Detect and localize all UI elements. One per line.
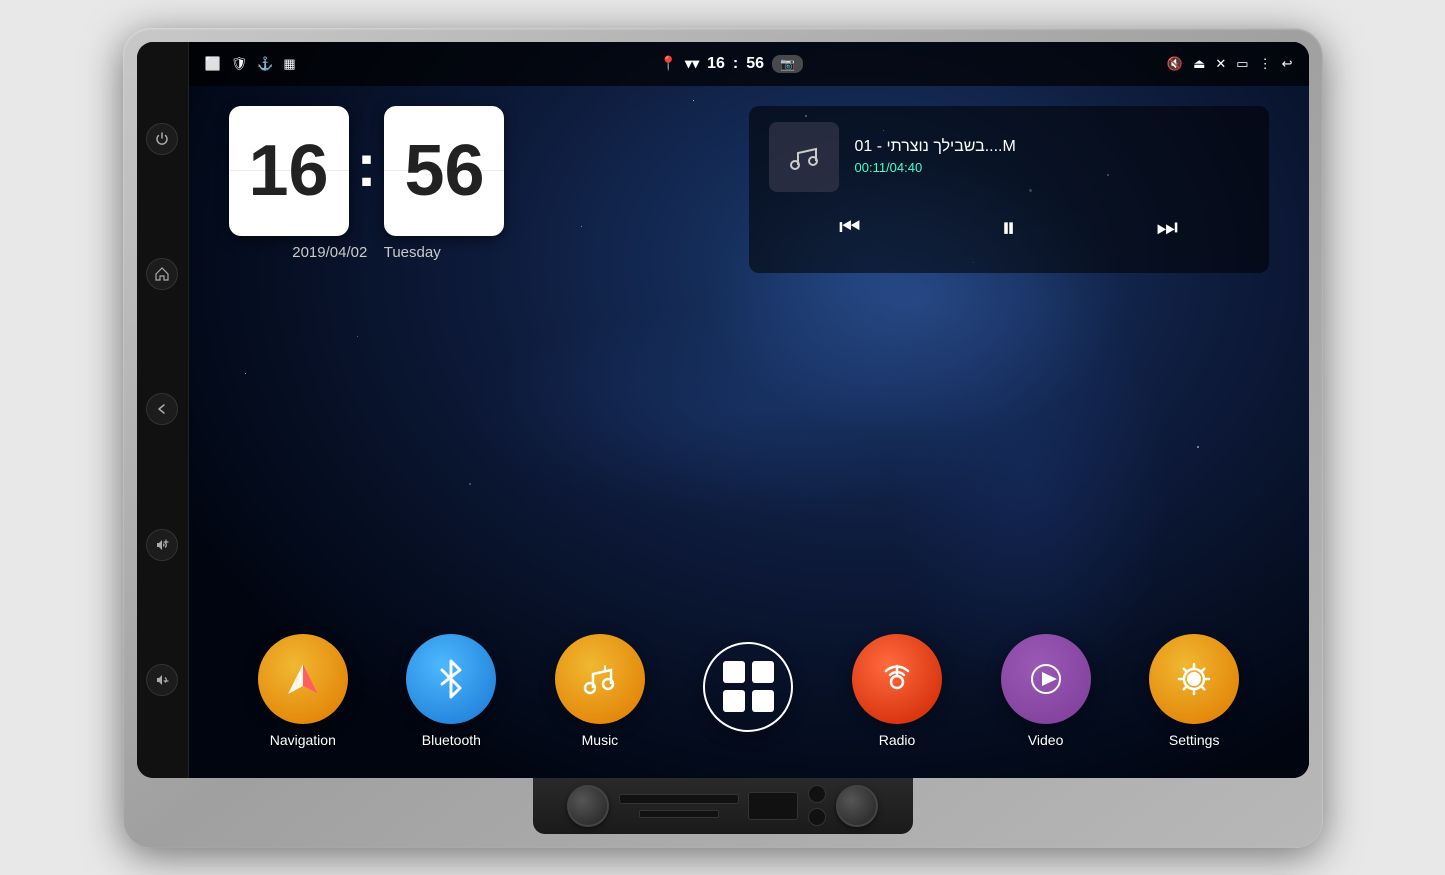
storage-status-icon: ▦ — [283, 56, 295, 72]
app-radio[interactable]: Radio — [852, 634, 942, 748]
app-apps[interactable] — [703, 642, 793, 740]
status-left-icons: ⬜ 🛡 ⚓ ▦ — [205, 56, 296, 72]
prev-button[interactable]: ⏮ — [827, 210, 873, 246]
wifi-icon: ▾▾ — [685, 55, 699, 72]
side-button-panel — [137, 42, 189, 778]
clock-minutes: 56 — [384, 106, 504, 236]
app-video[interactable]: Video — [1001, 634, 1091, 748]
overflow-icon: ⋮ — [1259, 56, 1272, 72]
clock-digits: 16 : 56 — [229, 106, 505, 236]
music-top: 01 - בשבילך נוצרתי....M 00:11/04:40 — [769, 122, 1249, 192]
radio-label: Radio — [879, 732, 916, 748]
app-music[interactable]: Music — [555, 634, 645, 748]
usb-status-icon: ⚓ — [257, 56, 273, 72]
music-info: 01 - בשבילך נוצרתי....M 00:11/04:40 — [855, 138, 1249, 175]
bluetooth-icon — [406, 634, 496, 724]
clock-colon: : — [357, 131, 377, 200]
navigation-label: Navigation — [270, 732, 336, 748]
status-time: 16 — [707, 55, 725, 73]
bottom-mount — [533, 778, 913, 834]
home-button[interactable] — [146, 258, 178, 290]
app-navigation[interactable]: Navigation — [258, 634, 348, 748]
bluetooth-label: Bluetooth — [422, 732, 481, 748]
eject-icon: ⏏ — [1193, 56, 1205, 72]
camera-status-badge: 📷 — [772, 55, 803, 73]
back-nav-icon: ↩ — [1282, 56, 1293, 72]
play-pause-button[interactable]: ⏸ — [989, 208, 1027, 249]
mute-icon: 🔇 — [1167, 56, 1183, 72]
mount-knob-left — [567, 785, 609, 827]
music-controls: ⏮ ⏸ ⏭ — [769, 200, 1249, 257]
radio-icon — [852, 634, 942, 724]
music-title: 01 - בשבילך נוצרתי....M — [855, 138, 1249, 156]
music-label: Music — [582, 732, 619, 748]
app-bluetooth[interactable]: Bluetooth — [406, 634, 496, 748]
volume-down-button[interactable] — [146, 664, 178, 696]
mount-knob-right — [836, 785, 878, 827]
screen-assembly: ⬜ 🛡 ⚓ ▦ 📍 ▾▾ 16 : 56 📷 🔇 ⏏ ✕ ▭ — [137, 42, 1309, 778]
status-time-min: 56 — [746, 55, 764, 73]
video-icon — [1001, 634, 1091, 724]
music-widget[interactable]: 01 - בשבילך נוצרתי....M 00:11/04:40 ⏮ ⏸ … — [749, 106, 1269, 273]
navigation-icon — [258, 634, 348, 724]
main-screen: ⬜ 🛡 ⚓ ▦ 📍 ▾▾ 16 : 56 📷 🔇 ⏏ ✕ ▭ — [189, 42, 1309, 778]
volume-up-button[interactable] — [146, 529, 178, 561]
video-label: Video — [1028, 732, 1064, 748]
status-bar: ⬜ 🛡 ⚓ ▦ 📍 ▾▾ 16 : 56 📷 🔇 ⏏ ✕ ▭ — [189, 42, 1309, 86]
apps-icon — [703, 642, 793, 732]
clock-widget: 16 : 56 2019/04/02 Tuesday — [229, 106, 505, 261]
location-icon: 📍 — [660, 55, 677, 72]
main-content: 16 : 56 2019/04/02 Tuesday — [189, 86, 1309, 778]
music-icon — [555, 634, 645, 724]
back-button[interactable] — [146, 393, 178, 425]
widgets-row: 16 : 56 2019/04/02 Tuesday — [229, 106, 1269, 273]
mount-slot — [619, 794, 739, 804]
status-right-icons: 🔇 ⏏ ✕ ▭ ⋮ ↩ — [1167, 56, 1293, 72]
home-status-icon: ⬜ — [205, 56, 221, 72]
music-album-art — [769, 122, 839, 192]
shield-status-icon: 🛡 — [231, 56, 248, 72]
clock-hours: 16 — [229, 106, 349, 236]
close-icon: ✕ — [1215, 56, 1226, 72]
mount-port — [748, 792, 798, 820]
window-icon: ▭ — [1236, 56, 1248, 72]
car-head-unit: ⬜ 🛡 ⚓ ▦ 📍 ▾▾ 16 : 56 📷 🔇 ⏏ ✕ ▭ — [123, 28, 1323, 848]
app-grid: Navigation Bluetooth — [229, 634, 1269, 758]
settings-icon — [1149, 634, 1239, 724]
power-button[interactable] — [146, 123, 178, 155]
next-button[interactable]: ⏭ — [1144, 210, 1190, 246]
status-center: 📍 ▾▾ 16 : 56 📷 — [660, 55, 803, 73]
settings-label: Settings — [1169, 732, 1220, 748]
music-time: 00:11/04:40 — [855, 160, 1249, 175]
time-colon: : — [733, 55, 738, 73]
clock-date: 2019/04/02 Tuesday — [292, 244, 440, 261]
app-settings[interactable]: Settings — [1149, 634, 1239, 748]
